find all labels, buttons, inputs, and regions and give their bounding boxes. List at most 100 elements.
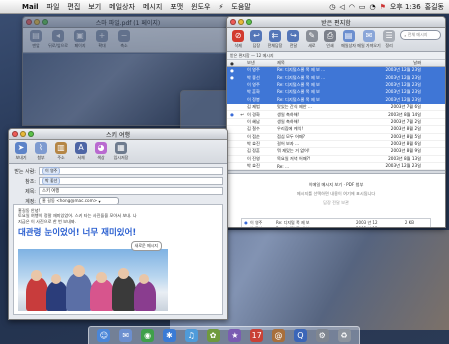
menu-app-name[interactable]: Mail xyxy=(18,3,43,11)
table-row[interactable]: 이 진영 목요일 저녁 어때?! 2003년 8월 13일 xyxy=(227,156,445,164)
compose-toolbar-colors-button[interactable]: ◕ 색상 xyxy=(92,142,110,161)
menu-message[interactable]: 메시지 xyxy=(139,2,166,12)
subject-input[interactable]: 스키 여행 xyxy=(39,187,223,195)
fonts-icon: A xyxy=(75,142,87,154)
thread-from: 이 영주 xyxy=(250,219,263,225)
menu-mailbox[interactable]: 메일상자 xyxy=(105,2,139,12)
table-row[interactable]: 김 정훈 뭐 재밌는 거 없어! 2003년 8월 9일 xyxy=(227,148,445,156)
menu-clock[interactable]: 오후 1:36 xyxy=(388,2,423,12)
preview-titlebar[interactable]: 스마 파일.pdf (1 페이지) xyxy=(23,17,233,28)
compose-window[interactable]: 스키 여행 ➤ 보내기 ⌇ 첨부 ▥ 주소 A 서체 ◕ 색상 ▦ 임시저장 받는 사람: 이 영주 … xyxy=(8,128,228,320)
date-column-header[interactable]: 날짜 xyxy=(373,60,425,66)
photo-face xyxy=(96,272,107,283)
thread-from: 박 좋선 xyxy=(250,226,276,227)
mail-titlebar[interactable]: 받은 편지함 xyxy=(227,17,445,28)
flag-icon[interactable]: ⚑ xyxy=(378,3,388,11)
ical-icon[interactable]: 17 xyxy=(250,329,264,342)
mail-toolbar-compose-button[interactable]: ✎ 새로 xyxy=(305,30,319,49)
sync-icon[interactable]: ◷ xyxy=(327,3,337,11)
attached-photo[interactable] xyxy=(18,249,168,311)
menu-user[interactable]: 홍길동 xyxy=(423,2,446,12)
preview-window-title: 스마 파일.pdf (1 페이지) xyxy=(95,19,161,27)
iphoto-icon[interactable]: ✿ xyxy=(206,329,220,342)
cc-input[interactable]: 박 좋선 xyxy=(39,177,223,185)
mail-icon[interactable]: ✉ xyxy=(119,329,133,342)
compose-toolbar-attach-button[interactable]: ⌇ 첨부 xyxy=(32,142,50,161)
compose-titlebar[interactable]: 스키 여행 xyxy=(9,129,227,140)
compose-toolbar-fonts-button[interactable]: A 서체 xyxy=(72,142,90,161)
flag-column-header[interactable]: ● xyxy=(227,61,237,66)
recipient-token[interactable]: 박 좋선 xyxy=(42,177,61,185)
message-from: 박 훈화 xyxy=(247,89,260,95)
toolbar-label: 삭제 xyxy=(234,43,242,48)
compose-toolbar-draft-button[interactable]: ▦ 임시저장 xyxy=(112,142,130,161)
script-icon[interactable]: ⚡ xyxy=(214,3,227,11)
thread-date: 2003 년 12 xyxy=(356,226,396,227)
thread-row[interactable]: ● 이 영주 Re: 디지털 폭 제 보 2003 년 12 2 KB xyxy=(242,219,430,226)
subject-column-header[interactable]: 제목 xyxy=(277,60,373,66)
battery-icon[interactable]: ▭ xyxy=(357,3,368,11)
message-body[interactable]: 홍길동 안녕! 토요일 여행이 정말 재미있었어. 스키 타는 사진들을 모아서… xyxy=(13,204,223,315)
message-date: 2003년 12월 23일 xyxy=(385,81,421,87)
mail-toolbar-get-mail-button[interactable]: ✉ 메일 가져오기 xyxy=(357,30,381,49)
table-row[interactable]: 김 철수 우리집에 케익! 2003년 8월 2일 xyxy=(227,126,445,134)
mail-toolbar-smart-button[interactable]: ☰ 정리 xyxy=(382,30,396,49)
menu-view[interactable]: 보기 xyxy=(84,2,105,12)
table-row[interactable]: 김 제법 맛있는 간식 제안 ... 2003년 7월 6일 xyxy=(227,104,445,112)
message-from: 김 제법 xyxy=(247,104,260,110)
search-input[interactable]: ⌕ 전체 메시지 xyxy=(400,30,441,40)
menu-help[interactable]: 도움말 xyxy=(227,2,254,12)
table-row[interactable]: 박 효진 Re: ... 2003년 12월 23일 xyxy=(227,163,445,171)
toolbar-label: 주소 xyxy=(57,155,65,160)
print-icon: ⎙ xyxy=(324,30,337,42)
table-row[interactable]: ● ↩ 이 경화 생일 축하해! 2003년 8월 14일 xyxy=(227,111,445,119)
menu-window[interactable]: 윈도우 xyxy=(187,2,214,12)
menu-edit[interactable]: 편집 xyxy=(63,2,84,12)
toolbar-label: 정리 xyxy=(385,43,393,48)
preview-toolbar-btn-1[interactable]: ◂ 뒤로/앞으로 xyxy=(48,30,68,49)
photo-face xyxy=(31,270,42,281)
table-row[interactable]: 이 점순 점심 모두 어때? 2003년 8월 5일 xyxy=(227,134,445,141)
ichat-icon[interactable]: ◉ xyxy=(141,329,155,342)
quicktime-icon[interactable]: Q xyxy=(293,329,307,342)
table-row[interactable]: 박 훈화 Re: 디지털스쿨 폭 제 보 2003년 12월 23일 xyxy=(227,89,445,97)
trash-icon[interactable]: ♻ xyxy=(337,329,351,342)
sysprefs-icon[interactable]: ⚙ xyxy=(315,329,329,342)
compose-toolbar-address-button[interactable]: ▥ 주소 xyxy=(52,142,70,161)
preview-toolbar-btn-3[interactable]: + 확대 xyxy=(93,30,111,49)
mail-window-title: 받은 편지함 xyxy=(321,19,351,27)
preview-toolbar-btn-2[interactable]: ▣ 페이지 xyxy=(71,30,89,49)
table-row[interactable]: 박 효진 걸어 보자 ... 2003년 8월 6일 xyxy=(227,141,445,149)
safari-icon[interactable]: ✱ xyxy=(162,329,176,342)
volume-icon[interactable]: ◁ xyxy=(337,3,346,11)
preview-toolbar-btn-4[interactable]: − 축소 xyxy=(115,30,133,49)
mail-toolbar-delete-button[interactable]: ⊘ 삭제 xyxy=(231,30,245,49)
timer-icon[interactable]: ◔ xyxy=(367,3,377,11)
table-row[interactable]: ● 박 좋선 Re: 디지털스쿨 폭 제 보 ... 2003년 12월 23일 xyxy=(227,74,445,82)
preview-toolbar-btn-0[interactable]: ▤ 맨앞 xyxy=(27,30,45,49)
menu-file[interactable]: 파일 xyxy=(43,2,64,12)
mail-toolbar-mailbox-button[interactable]: ▤ 메일상자 xyxy=(341,30,356,49)
table-row[interactable]: 이 혜남 생일 축하해! 2003년 7월 2일 xyxy=(227,119,445,127)
table-row[interactable]: ● 이 영주 Re: 디지털스쿨 폭 제 보 ... 2003년 12월 23일 xyxy=(227,67,445,75)
compose-toolbar-send-button[interactable]: ➤ 보내기 xyxy=(12,142,30,161)
finder-icon[interactable]: ☺ xyxy=(97,329,111,342)
mail-toolbar-forward-button[interactable]: ↪ 전달 xyxy=(286,30,300,49)
menu-format[interactable]: 포맷 xyxy=(166,2,187,12)
imovie-icon[interactable]: ★ xyxy=(228,329,242,342)
table-row[interactable]: 이 정봉 Re: 디지털스쿨 폭 제 보 2003년 12월 23일 xyxy=(227,96,445,104)
to-input[interactable]: 이 영주 xyxy=(39,167,223,175)
mail-toolbar-reply-all-button[interactable]: ⇇ 전체답장 xyxy=(267,30,283,49)
thread-row[interactable]: 박 좋선Re: 디지털 폭 제 보2003 년 123 KB xyxy=(242,226,430,227)
mail-toolbar-print-button[interactable]: ⎙ 인쇄 xyxy=(323,30,337,49)
mail-viewer-window[interactable]: 받은 편지함 ⊘ 삭제 ↩ 답장 ⇇ 전체답장 ↪ 전달 ✎ 새로 ⎙ 인쇄 ▤ 메일상자 ✉ 메일 가져오기… xyxy=(226,16,446,228)
mail-toolbar-reply-button[interactable]: ↩ 답장 xyxy=(249,30,263,49)
table-row[interactable]: 이 영주 Re: 디지털스쿨 폭 제 보 2003년 12월 23일 xyxy=(227,81,445,90)
recipient-token[interactable]: 이 영주 xyxy=(42,167,61,175)
itunes-icon[interactable]: ♫ xyxy=(184,329,198,342)
airport-icon[interactable]: ◠ xyxy=(347,3,357,11)
toolbar-label: 전체답장 xyxy=(267,43,283,48)
photo-face xyxy=(118,268,129,279)
addressbook-icon[interactable]: @ xyxy=(272,329,286,342)
from-column-header[interactable]: 보낸 xyxy=(247,60,277,66)
